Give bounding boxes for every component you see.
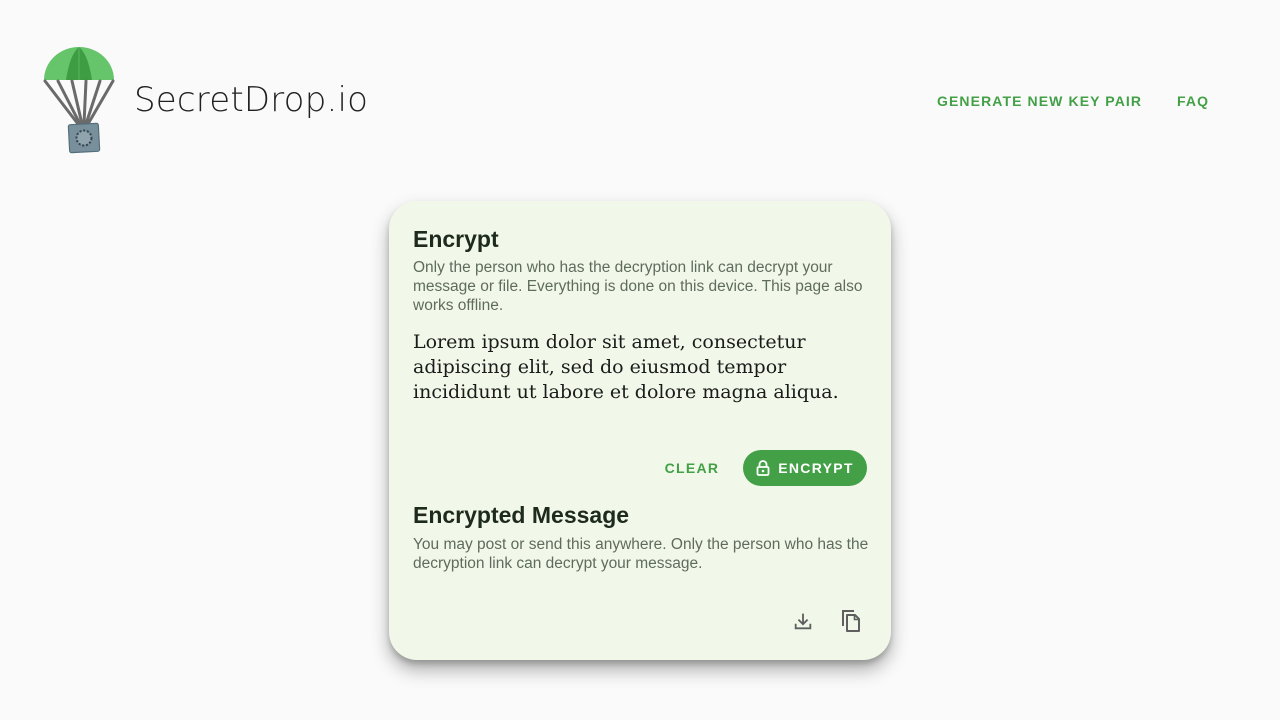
nav-generate-key-pair[interactable]: GENERATE NEW KEY PAIR xyxy=(937,93,1142,109)
lock-icon xyxy=(756,460,770,476)
message-input[interactable]: Lorem ipsum dolor sit amet, consectetur … xyxy=(413,330,869,405)
encrypt-title: Encrypt xyxy=(413,226,499,252)
copy-button[interactable] xyxy=(837,607,865,635)
encrypt-button[interactable]: ENCRYPT xyxy=(743,450,867,486)
copy-icon xyxy=(842,610,860,632)
encrypt-card: Encrypt Only the person who has the decr… xyxy=(389,201,891,660)
logo-parachute-icon xyxy=(43,46,115,154)
download-button[interactable] xyxy=(789,607,817,635)
encrypted-message-title: Encrypted Message xyxy=(413,502,630,528)
encrypt-description: Only the person who has the decryption l… xyxy=(413,259,863,314)
brand-title: SecretDrop.io xyxy=(134,80,369,120)
encrypted-message-description: You may post or send this anywhere. Only… xyxy=(413,536,869,572)
clear-button[interactable]: CLEAR xyxy=(655,450,729,486)
nav-faq[interactable]: FAQ xyxy=(1177,93,1209,109)
download-icon xyxy=(794,613,812,630)
clear-button-label: CLEAR xyxy=(664,460,720,476)
encrypt-button-label: ENCRYPT xyxy=(778,460,854,476)
